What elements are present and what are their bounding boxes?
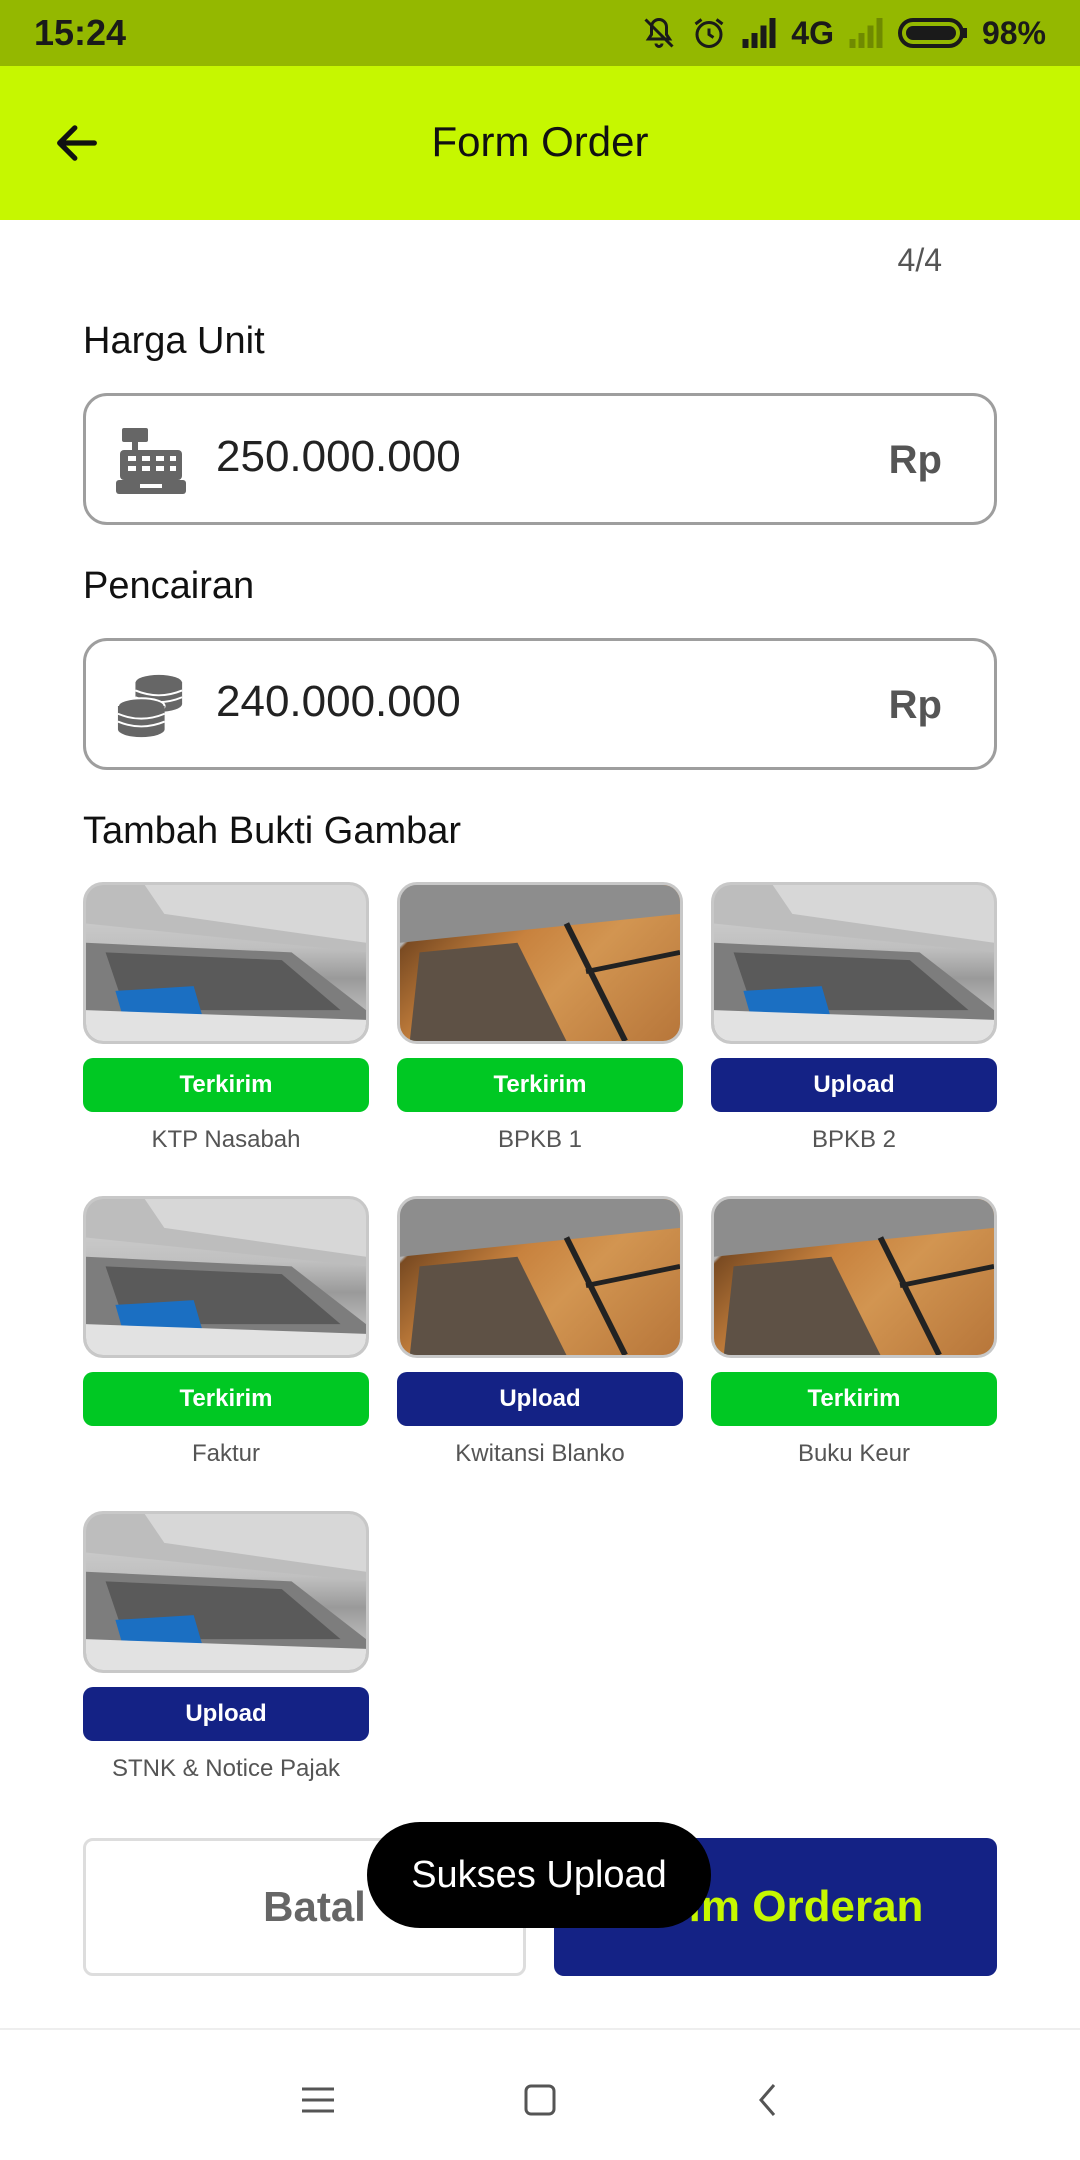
signal-icon	[741, 17, 777, 49]
harga-unit-label: Harga Unit	[83, 320, 265, 362]
harga-unit-field[interactable]: Rp	[83, 393, 997, 525]
upload-button[interactable]: Upload	[397, 1372, 683, 1426]
sent-status-button[interactable]: Terkirim	[83, 1058, 369, 1112]
signal-weak-icon	[848, 17, 884, 49]
network-type: 4G	[791, 14, 834, 51]
bukti-photo[interactable]	[397, 1196, 683, 1358]
app-bar: Form Order	[0, 66, 1080, 220]
harga-unit-input[interactable]	[216, 432, 816, 482]
bukti-label: Buku Keur	[797, 1440, 911, 1467]
sent-status-button[interactable]: Terkirim	[711, 1372, 997, 1426]
menu-icon[interactable]	[292, 2074, 344, 2126]
bukti-label: KTP Nasabah	[151, 1126, 301, 1153]
pencairan-field[interactable]: Rp	[83, 638, 997, 770]
step-indicator: 4/4	[897, 242, 942, 278]
navigation-bar	[0, 2028, 1080, 2160]
pencairan-input[interactable]	[216, 677, 816, 727]
cancel-label: Batal	[263, 1883, 366, 1930]
bukti-tile: Upload BPKB 2	[711, 882, 997, 1154]
page-title: Form Order	[431, 118, 649, 165]
bukti-label: BPKB 2	[811, 1126, 897, 1153]
bukti-photo[interactable]	[83, 1196, 369, 1358]
bukti-tile: Terkirim Faktur	[83, 1196, 369, 1468]
bukti-label: BPKB 1	[497, 1126, 583, 1153]
battery-icon	[897, 17, 968, 49]
pencairan-label: Pencairan	[83, 565, 255, 607]
bukti-label: Kwitansi Blanko	[455, 1440, 625, 1467]
bukti-photo[interactable]	[397, 882, 683, 1044]
bukti-tile: Upload STNK & Notice Pajak	[83, 1511, 369, 1783]
bukti-label: STNK & Notice Pajak	[111, 1755, 341, 1782]
bukti-label: Faktur	[191, 1440, 260, 1467]
bukti-tile: Terkirim Buku Keur	[711, 1196, 997, 1468]
pencairan-currency: Rp	[888, 683, 942, 727]
back-chevron-icon[interactable]	[742, 2074, 794, 2126]
bukti-photo[interactable]	[711, 882, 997, 1044]
home-square-icon[interactable]	[514, 2074, 566, 2126]
harga-unit-currency: Rp	[888, 438, 942, 482]
bukti-photo[interactable]	[711, 1196, 997, 1358]
sent-status-button[interactable]: Terkirim	[397, 1058, 683, 1112]
cash-register-icon	[116, 426, 186, 496]
status-time: 15:24	[34, 12, 127, 53]
bukti-title: Tambah Bukti Gambar	[83, 810, 462, 852]
status-icons: 4G 98%	[641, 15, 1046, 52]
status-bar: 15:24 4G 98%	[0, 0, 1080, 66]
alarm-icon	[691, 15, 727, 51]
upload-button[interactable]: Upload	[83, 1687, 369, 1741]
bukti-tile: Upload Kwitansi Blanko	[397, 1196, 683, 1468]
toast-message: Sukses Upload	[367, 1822, 711, 1928]
bukti-photo[interactable]	[83, 882, 369, 1044]
bukti-tile: Terkirim BPKB 1	[397, 882, 683, 1154]
coins-icon	[116, 671, 186, 741]
upload-button[interactable]: Upload	[711, 1058, 997, 1112]
bukti-photo[interactable]	[83, 1511, 369, 1673]
sent-status-button[interactable]: Terkirim	[83, 1372, 369, 1426]
mute-icon	[641, 15, 677, 51]
battery-level: 98%	[981, 14, 1046, 51]
bukti-tile: Terkirim KTP Nasabah	[83, 882, 369, 1154]
